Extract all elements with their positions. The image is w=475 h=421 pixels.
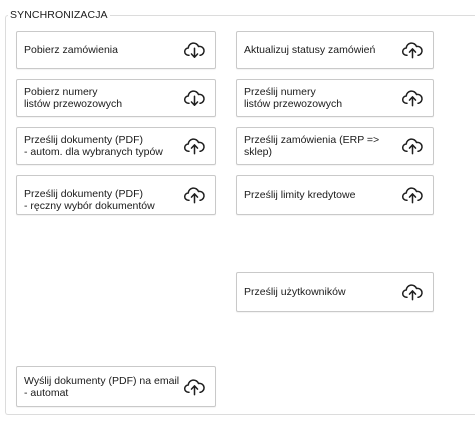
button-label: Prześlij numery listów przewozowych (244, 86, 343, 110)
cloud-upload-icon (401, 283, 424, 301)
aktualizuj-statusy-button[interactable]: Aktualizuj statusy zamówień (236, 31, 434, 69)
przeslij-limity-button[interactable]: Prześlij limity kredytowe (236, 175, 434, 215)
cloud-upload-icon (183, 186, 206, 204)
button-label: Pobierz zamówienia (24, 44, 118, 56)
wyslij-dokumenty-email-button[interactable]: Wyślij dokumenty (PDF) na email - automa… (16, 366, 216, 407)
cloud-download-icon (183, 41, 206, 58)
cloud-upload-icon (183, 377, 206, 395)
cloud-upload-icon (183, 137, 206, 155)
przeslij-uzytkownikow-button[interactable]: Prześlij użytkowników (236, 272, 434, 312)
cloud-upload-icon (401, 89, 424, 107)
pobierz-numery-button[interactable]: Pobierz numery listów przewozowych (16, 79, 216, 117)
synchronizacja-group (5, 15, 475, 415)
button-label: Prześlij dokumenty (PDF) - ręczny wybór … (24, 188, 155, 212)
cloud-upload-icon (401, 186, 424, 204)
button-label: Pobierz numery listów przewozowych (24, 86, 123, 110)
button-label: Prześlij użytkowników (244, 286, 346, 298)
group-title: SYNCHRONIZACJA (8, 9, 110, 21)
cloud-download-icon (183, 89, 206, 106)
cloud-upload-icon (401, 137, 424, 155)
button-label: Prześlij zamówienia (ERP => sklep) (244, 134, 380, 158)
button-label: Wyślij dokumenty (PDF) na email - automa… (24, 374, 180, 399)
button-label: Prześlij dokumenty (PDF) - autom. dla wy… (24, 134, 163, 158)
button-label: Prześlij limity kredytowe (244, 189, 356, 201)
button-label: Aktualizuj statusy zamówień (244, 44, 376, 56)
cloud-upload-icon (401, 41, 424, 59)
przeslij-dokumenty-autom-button[interactable]: Prześlij dokumenty (PDF) - autom. dla wy… (16, 127, 216, 165)
pobierz-zamowienia-button[interactable]: Pobierz zamówienia (16, 31, 216, 69)
przeslij-numery-button[interactable]: Prześlij numery listów przewozowych (236, 79, 434, 117)
przeslij-zamowienia-button[interactable]: Prześlij zamówienia (ERP => sklep) (236, 127, 434, 165)
przeslij-dokumenty-reczny-button[interactable]: Prześlij dokumenty (PDF) - ręczny wybór … (16, 175, 216, 215)
